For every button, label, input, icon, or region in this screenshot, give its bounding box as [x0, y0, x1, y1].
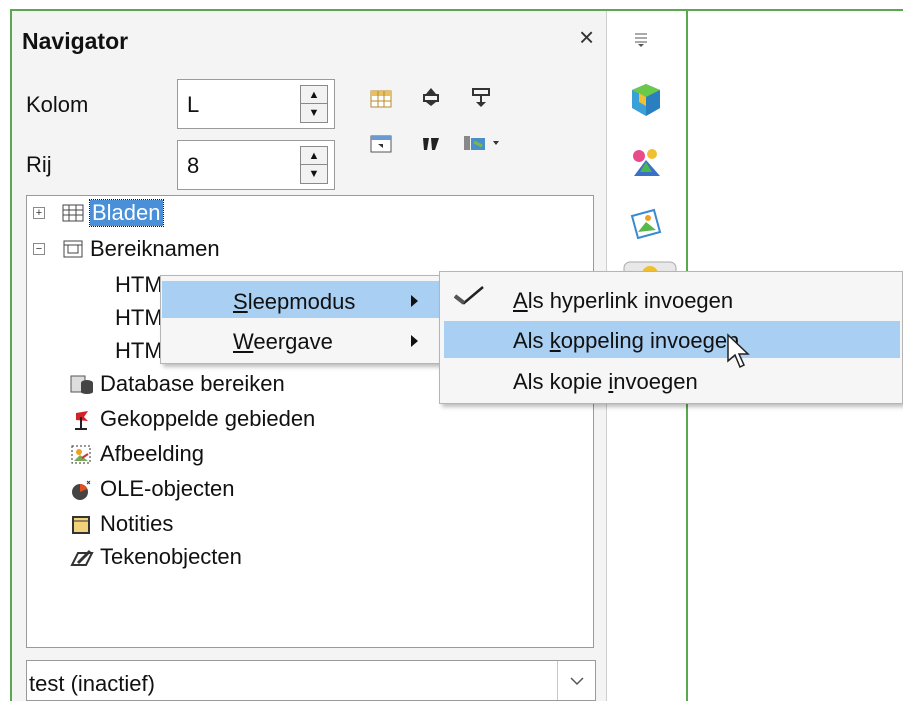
tree-item-label: HTM	[115, 305, 163, 330]
tree-item-afbeelding[interactable]: Afbeelding	[70, 439, 204, 469]
tree-item-label: Bereiknamen	[90, 236, 220, 261]
tree-item-bladen[interactable]: Bladen	[62, 198, 164, 228]
menu-accelerator: k	[549, 328, 561, 353]
submenu-arrow-icon	[411, 335, 418, 347]
mouse-cursor-icon	[726, 333, 756, 371]
tree-item-label: OLE-objecten	[100, 476, 235, 501]
menu-label-rest: oppeling invoegen	[560, 328, 740, 353]
column-input[interactable]: L	[187, 92, 199, 118]
tree-item-label: Tekenobjecten	[100, 544, 242, 569]
expand-bladen-icon[interactable]: +	[33, 207, 45, 219]
tree-item-label: Afbeelding	[100, 441, 204, 466]
menu-accelerator: A	[513, 288, 528, 313]
data-range-icon[interactable]	[369, 88, 393, 110]
scenarios-icon[interactable]	[419, 133, 443, 155]
tree-item-htm-1[interactable]: HTM	[115, 270, 163, 300]
row-input[interactable]: 8	[187, 153, 199, 179]
menu-label-rest: eergave	[253, 329, 333, 354]
row-label: Rij	[26, 152, 52, 177]
deck-menu-icon[interactable]	[629, 26, 653, 50]
tree-item-label: HTM	[115, 338, 163, 363]
menu-label-prefix: Als kopie	[513, 369, 609, 394]
toggle-content-icon[interactable]	[369, 133, 393, 155]
menu-label-prefix: Als	[513, 328, 550, 353]
menu-label-rest: nvoegen	[613, 369, 698, 394]
start-icon[interactable]	[419, 86, 443, 108]
flag-icon	[70, 409, 94, 430]
menu-item-weergave[interactable]: Weergave	[233, 329, 333, 355]
collapse-bereiknamen-icon[interactable]: −	[33, 243, 45, 255]
column-label: Kolom	[26, 92, 89, 117]
row-up-button[interactable]: ▲	[301, 147, 327, 165]
tree-item-bereiknamen[interactable]: Bereiknamen	[62, 234, 220, 264]
tree-item-tekenobjecten[interactable]: Tekenobjecten	[70, 542, 242, 572]
drag-mode-icon[interactable]	[462, 132, 502, 154]
tree-item-htm-3[interactable]: HTM	[115, 336, 163, 366]
menu-item-als-hyperlink-invoegen[interactable]: Als hyperlink invoegen	[513, 288, 733, 314]
menu-item-als-koppeling-invoegen[interactable]: Als koppeling invoegen	[513, 328, 739, 354]
panel-title: Navigator	[22, 28, 129, 54]
document-select-value: test (inactief)	[29, 671, 155, 696]
range-names-icon	[62, 239, 84, 259]
tree-item-htm-2[interactable]: HTM	[115, 303, 163, 333]
end-icon[interactable]	[469, 86, 493, 108]
styles-icon[interactable]	[626, 142, 666, 182]
document-select[interactable]: test (inactief)	[26, 660, 596, 701]
context-menu: Sleepmodus Weergave	[160, 275, 441, 364]
tree-item-label: Bladen	[89, 199, 164, 227]
checkmark-icon	[452, 284, 486, 311]
column-up-button[interactable]: ▲	[301, 86, 327, 104]
tree-item-ole-objecten[interactable]: OLE-objecten	[70, 474, 235, 504]
sheet-icon	[62, 203, 84, 223]
note-icon	[70, 514, 94, 534]
close-button[interactable]: ×	[579, 24, 594, 50]
tree-item-label: HTM	[115, 272, 163, 297]
database-icon	[70, 374, 94, 394]
tree-item-gekoppelde-gebieden[interactable]: Gekoppelde gebieden	[70, 404, 315, 434]
row-spinbox[interactable]: 8 ▲ ▼	[177, 140, 335, 190]
tree-item-label: Notities	[100, 511, 174, 536]
drawing-icon	[70, 547, 94, 567]
tree-item-database-bereiken[interactable]: Database bereiken	[70, 369, 285, 399]
tree-item-label: Database bereiken	[100, 371, 285, 396]
menu-item-als-kopie-invoegen[interactable]: Als kopie invoegen	[513, 369, 698, 395]
tree-item-label: Gekoppelde gebieden	[100, 406, 316, 431]
ole-icon	[70, 479, 94, 500]
chevron-down-icon[interactable]	[557, 661, 595, 700]
properties-icon[interactable]	[626, 80, 666, 120]
menu-label-rest: ls hyperlink invoegen	[527, 288, 734, 313]
menu-accelerator: S	[233, 289, 248, 314]
menu-accelerator: W	[233, 329, 254, 354]
image-icon	[70, 444, 94, 464]
submenu-arrow-icon	[411, 295, 418, 307]
column-spinbox[interactable]: L ▲ ▼	[177, 79, 335, 129]
menu-item-sleepmodus[interactable]: Sleepmodus	[233, 289, 355, 315]
gallery-icon[interactable]	[626, 204, 666, 244]
drag-mode-submenu: Als hyperlink invoegen Als koppeling inv…	[439, 271, 903, 404]
tree-item-notities[interactable]: Notities	[70, 509, 173, 539]
row-down-button[interactable]: ▼	[301, 165, 327, 183]
column-down-button[interactable]: ▼	[301, 104, 327, 122]
menu-label-rest: leepmodus	[247, 289, 356, 314]
